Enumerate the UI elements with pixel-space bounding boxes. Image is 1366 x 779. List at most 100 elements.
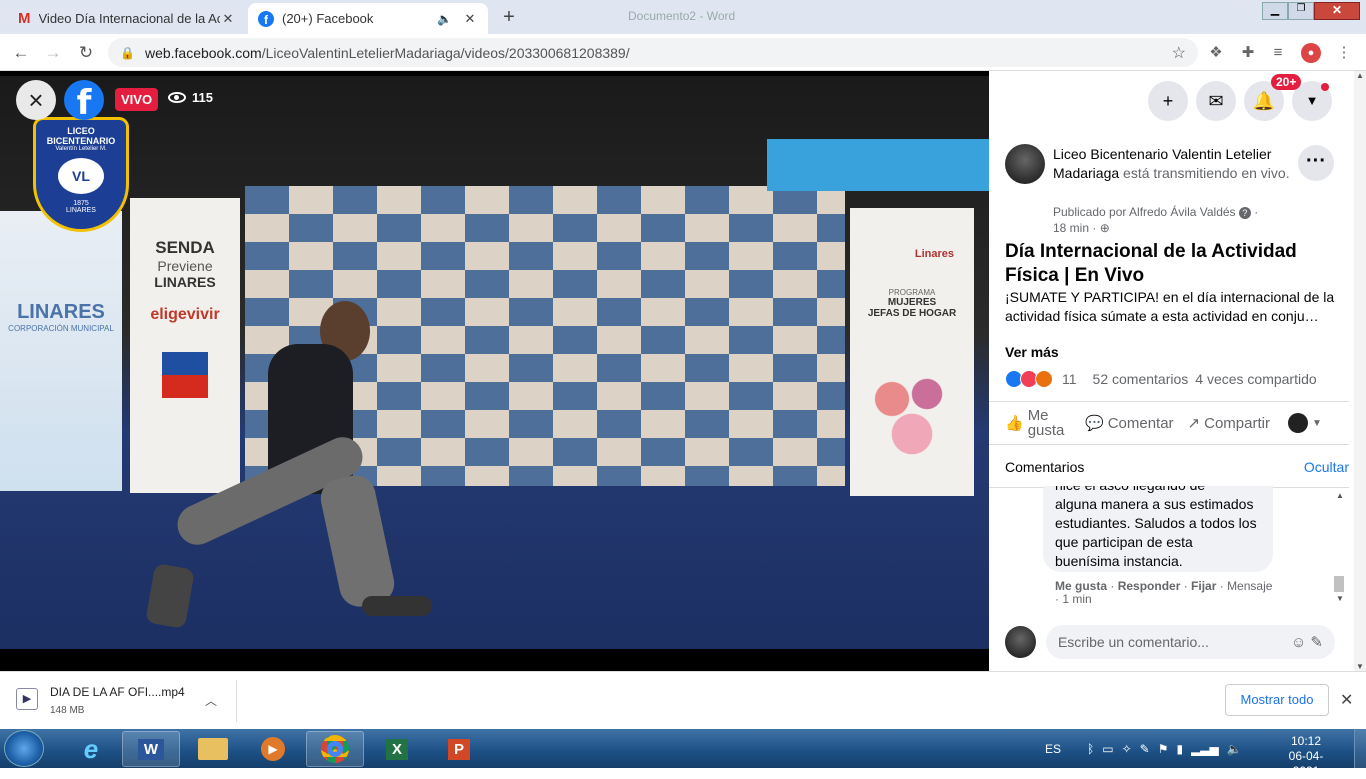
comment-label: Comentar — [1107, 414, 1174, 432]
comment-reply-link[interactable]: Responder — [1118, 579, 1181, 593]
emoji-icon[interactable]: ☺ ✎ — [1291, 633, 1323, 651]
react-as-selector[interactable]: ▼ — [1287, 413, 1322, 433]
close-window-icon[interactable]: ✕ — [1314, 2, 1360, 20]
comment-like-link[interactable]: Me gusta — [1055, 579, 1107, 593]
reaction-count[interactable]: 11 — [1062, 371, 1077, 387]
volume-icon[interactable]: 🔈 — [1227, 742, 1242, 756]
minimize-icon[interactable]: ▁ — [1262, 2, 1288, 20]
page-scroll-down-icon[interactable]: ▼ — [1354, 662, 1366, 671]
comment-composer: Escribe un comentario... ☺ ✎ — [1005, 625, 1335, 659]
comment-input[interactable]: Escribe un comentario... ☺ ✎ — [1045, 625, 1335, 659]
comment-message-link[interactable]: Mensaje — [1227, 579, 1272, 593]
see-more-link[interactable]: Ver más — [1005, 344, 1059, 360]
scroll-down-icon[interactable]: ▼ — [1334, 594, 1346, 603]
close-tab-icon[interactable]: ✕ — [462, 11, 478, 27]
tab-facebook[interactable]: f (20+) Facebook 🔈 ✕ — [248, 3, 488, 34]
maximize-icon[interactable]: ❐ — [1288, 2, 1314, 20]
page-avatar[interactable] — [1005, 144, 1045, 184]
post-options-button[interactable]: ··· — [1298, 145, 1334, 181]
chrome-icon[interactable] — [306, 731, 364, 767]
person-back-shoe — [145, 562, 195, 630]
comment-placeholder: Escribe un comentario... — [1057, 634, 1209, 650]
language-indicator[interactable]: ES — [1045, 742, 1061, 756]
dropbox-icon[interactable]: ❖ — [1206, 43, 1226, 63]
windows-taskbar: e W ▶ X P ES ᛒ ▭ ✧ ✎ ⚑ ▮ ▂▃▅ 🔈 10:12 06-… — [0, 729, 1366, 778]
word-icon[interactable]: W — [122, 731, 180, 767]
star-icon[interactable]: ☆ — [1172, 43, 1186, 63]
comment-pin-link[interactable]: Fijar — [1191, 579, 1216, 593]
powerpoint-icon[interactable]: P — [430, 731, 488, 767]
right-banner: Linares PROGRAMA MUJERES JEFAS DE HOGAR — [850, 208, 974, 496]
posted-by-text[interactable]: Publicado por Alfredo Ávila Valdés — [1053, 205, 1236, 219]
show-all-downloads-button[interactable]: Mostrar todo — [1225, 684, 1329, 716]
facebook-icon: f — [258, 10, 274, 27]
facebook-logo-icon[interactable]: f — [64, 80, 104, 123]
bluetooth-icon[interactable]: ᛒ — [1087, 742, 1094, 756]
post-description: ¡SUMATE Y PARTICIPA! en el día internaci… — [1005, 289, 1335, 324]
download-shelf: ▶ DIA DE LA AF OFI....mp4 148 MB ︿ Mostr… — [0, 671, 1366, 729]
clock-date: 06-04-2021 — [1288, 749, 1324, 778]
power-icon[interactable]: ▮ — [1176, 742, 1183, 756]
logo-city: LINARES — [66, 207, 96, 214]
comments-scrollbar[interactable]: ▲ ▼ — [1334, 491, 1346, 611]
person-shoe — [362, 596, 432, 616]
gmail-icon: M — [18, 10, 31, 27]
tray-network-app-icon[interactable]: ✧ — [1122, 742, 1132, 756]
share-button[interactable]: ↗ Compartir — [1188, 414, 1270, 433]
scroll-up-icon[interactable]: ▲ — [1334, 491, 1346, 500]
page-scrollbar[interactable]: ▲ ▼ — [1354, 71, 1366, 671]
reload-icon[interactable]: ↻ — [75, 42, 97, 64]
messenger-icon[interactable]: ✉ — [1196, 81, 1236, 121]
taskbar-clock[interactable]: 10:12 06-04-2021 — [1276, 734, 1336, 779]
post-sidebar: + ✉ 🔔 ▼ 20+ Liceo Bicentenario Valentin … — [989, 71, 1366, 671]
download-file-name[interactable]: DIA DE LA AF OFI....mp4 — [50, 685, 185, 699]
tray-app-icon[interactable]: ▭ — [1102, 742, 1113, 756]
new-tab-button[interactable]: + — [498, 6, 520, 28]
excel-icon[interactable]: X — [368, 731, 426, 767]
file-explorer-icon[interactable] — [184, 731, 242, 767]
window-controls: ▁ ❐ ✕ — [1262, 2, 1366, 20]
media-player-icon[interactable]: ▶ — [244, 731, 302, 767]
close-download-shelf-icon[interactable]: ✕ — [1340, 690, 1353, 710]
comment-time[interactable]: 1 min — [1062, 592, 1091, 606]
tab-gmail[interactable]: M Video Día Internacional de la Activ ✕ — [8, 3, 246, 34]
download-file-size: 148 MB — [50, 705, 85, 716]
show-desktop-button[interactable] — [1354, 729, 1366, 768]
url-path: /LiceoValentinLetelierMadariaga/videos/2… — [261, 44, 630, 61]
menu-icon[interactable]: ⋮ — [1334, 43, 1354, 63]
media-icon[interactable]: ≡ — [1268, 43, 1288, 63]
forward-icon[interactable]: → — [42, 42, 64, 64]
extensions-icon[interactable]: ✚ — [1238, 43, 1258, 63]
profile-icon[interactable]: ● — [1301, 43, 1321, 63]
back-icon[interactable]: ← — [10, 42, 32, 64]
speaker-icon[interactable]: 🔈 — [437, 12, 452, 26]
left-banner-sub: CORPORACIÓN MUNICIPAL — [8, 324, 114, 333]
right-banner-program: PROGRAMA — [888, 288, 936, 297]
start-button[interactable] — [4, 730, 44, 767]
like-button[interactable]: 👍 Me gusta — [1005, 408, 1075, 438]
video-player[interactable]: LINARES CORPORACIÓN MUNICIPAL SENDA Prev… — [0, 71, 989, 671]
comment-text: alguna manera a sus estimados estudiante… — [1055, 496, 1257, 569]
help-icon[interactable]: ? — [1238, 207, 1251, 219]
close-video-button[interactable]: × — [16, 80, 56, 120]
create-button[interactable]: + — [1148, 81, 1188, 121]
comments-count[interactable]: 52 comentarios — [1093, 371, 1189, 387]
shares-count[interactable]: 4 veces compartido — [1195, 371, 1316, 387]
tab-title: (20+) Facebook — [282, 11, 374, 26]
tray-tool-icon[interactable]: ✎ — [1140, 742, 1150, 756]
post-time[interactable]: 18 min — [1053, 221, 1089, 235]
page-scroll-up-icon[interactable]: ▲ — [1354, 71, 1366, 80]
close-tab-icon[interactable]: ✕ — [220, 11, 236, 27]
hide-comments-link[interactable]: Ocultar — [1304, 459, 1349, 475]
left-banner: LINARES CORPORACIÓN MUNICIPAL — [0, 211, 122, 491]
comment-button[interactable]: 💬 Comentar — [1085, 414, 1174, 433]
scroll-thumb[interactable] — [1334, 576, 1344, 592]
internet-explorer-icon[interactable]: e — [62, 731, 120, 767]
action-center-flag-icon[interactable]: ⚑ — [1158, 742, 1169, 756]
download-options-chevron-icon[interactable]: ︿ — [205, 692, 217, 709]
signal-icon[interactable]: ▂▃▅ — [1191, 742, 1219, 756]
angry-reaction-icon — [1035, 370, 1053, 388]
live-badge: VIVO — [115, 88, 159, 111]
url-bar[interactable]: 🔒 web.facebook.com/LiceoValentinLetelier… — [108, 38, 1198, 67]
like-label: Me gusta — [1027, 407, 1065, 439]
